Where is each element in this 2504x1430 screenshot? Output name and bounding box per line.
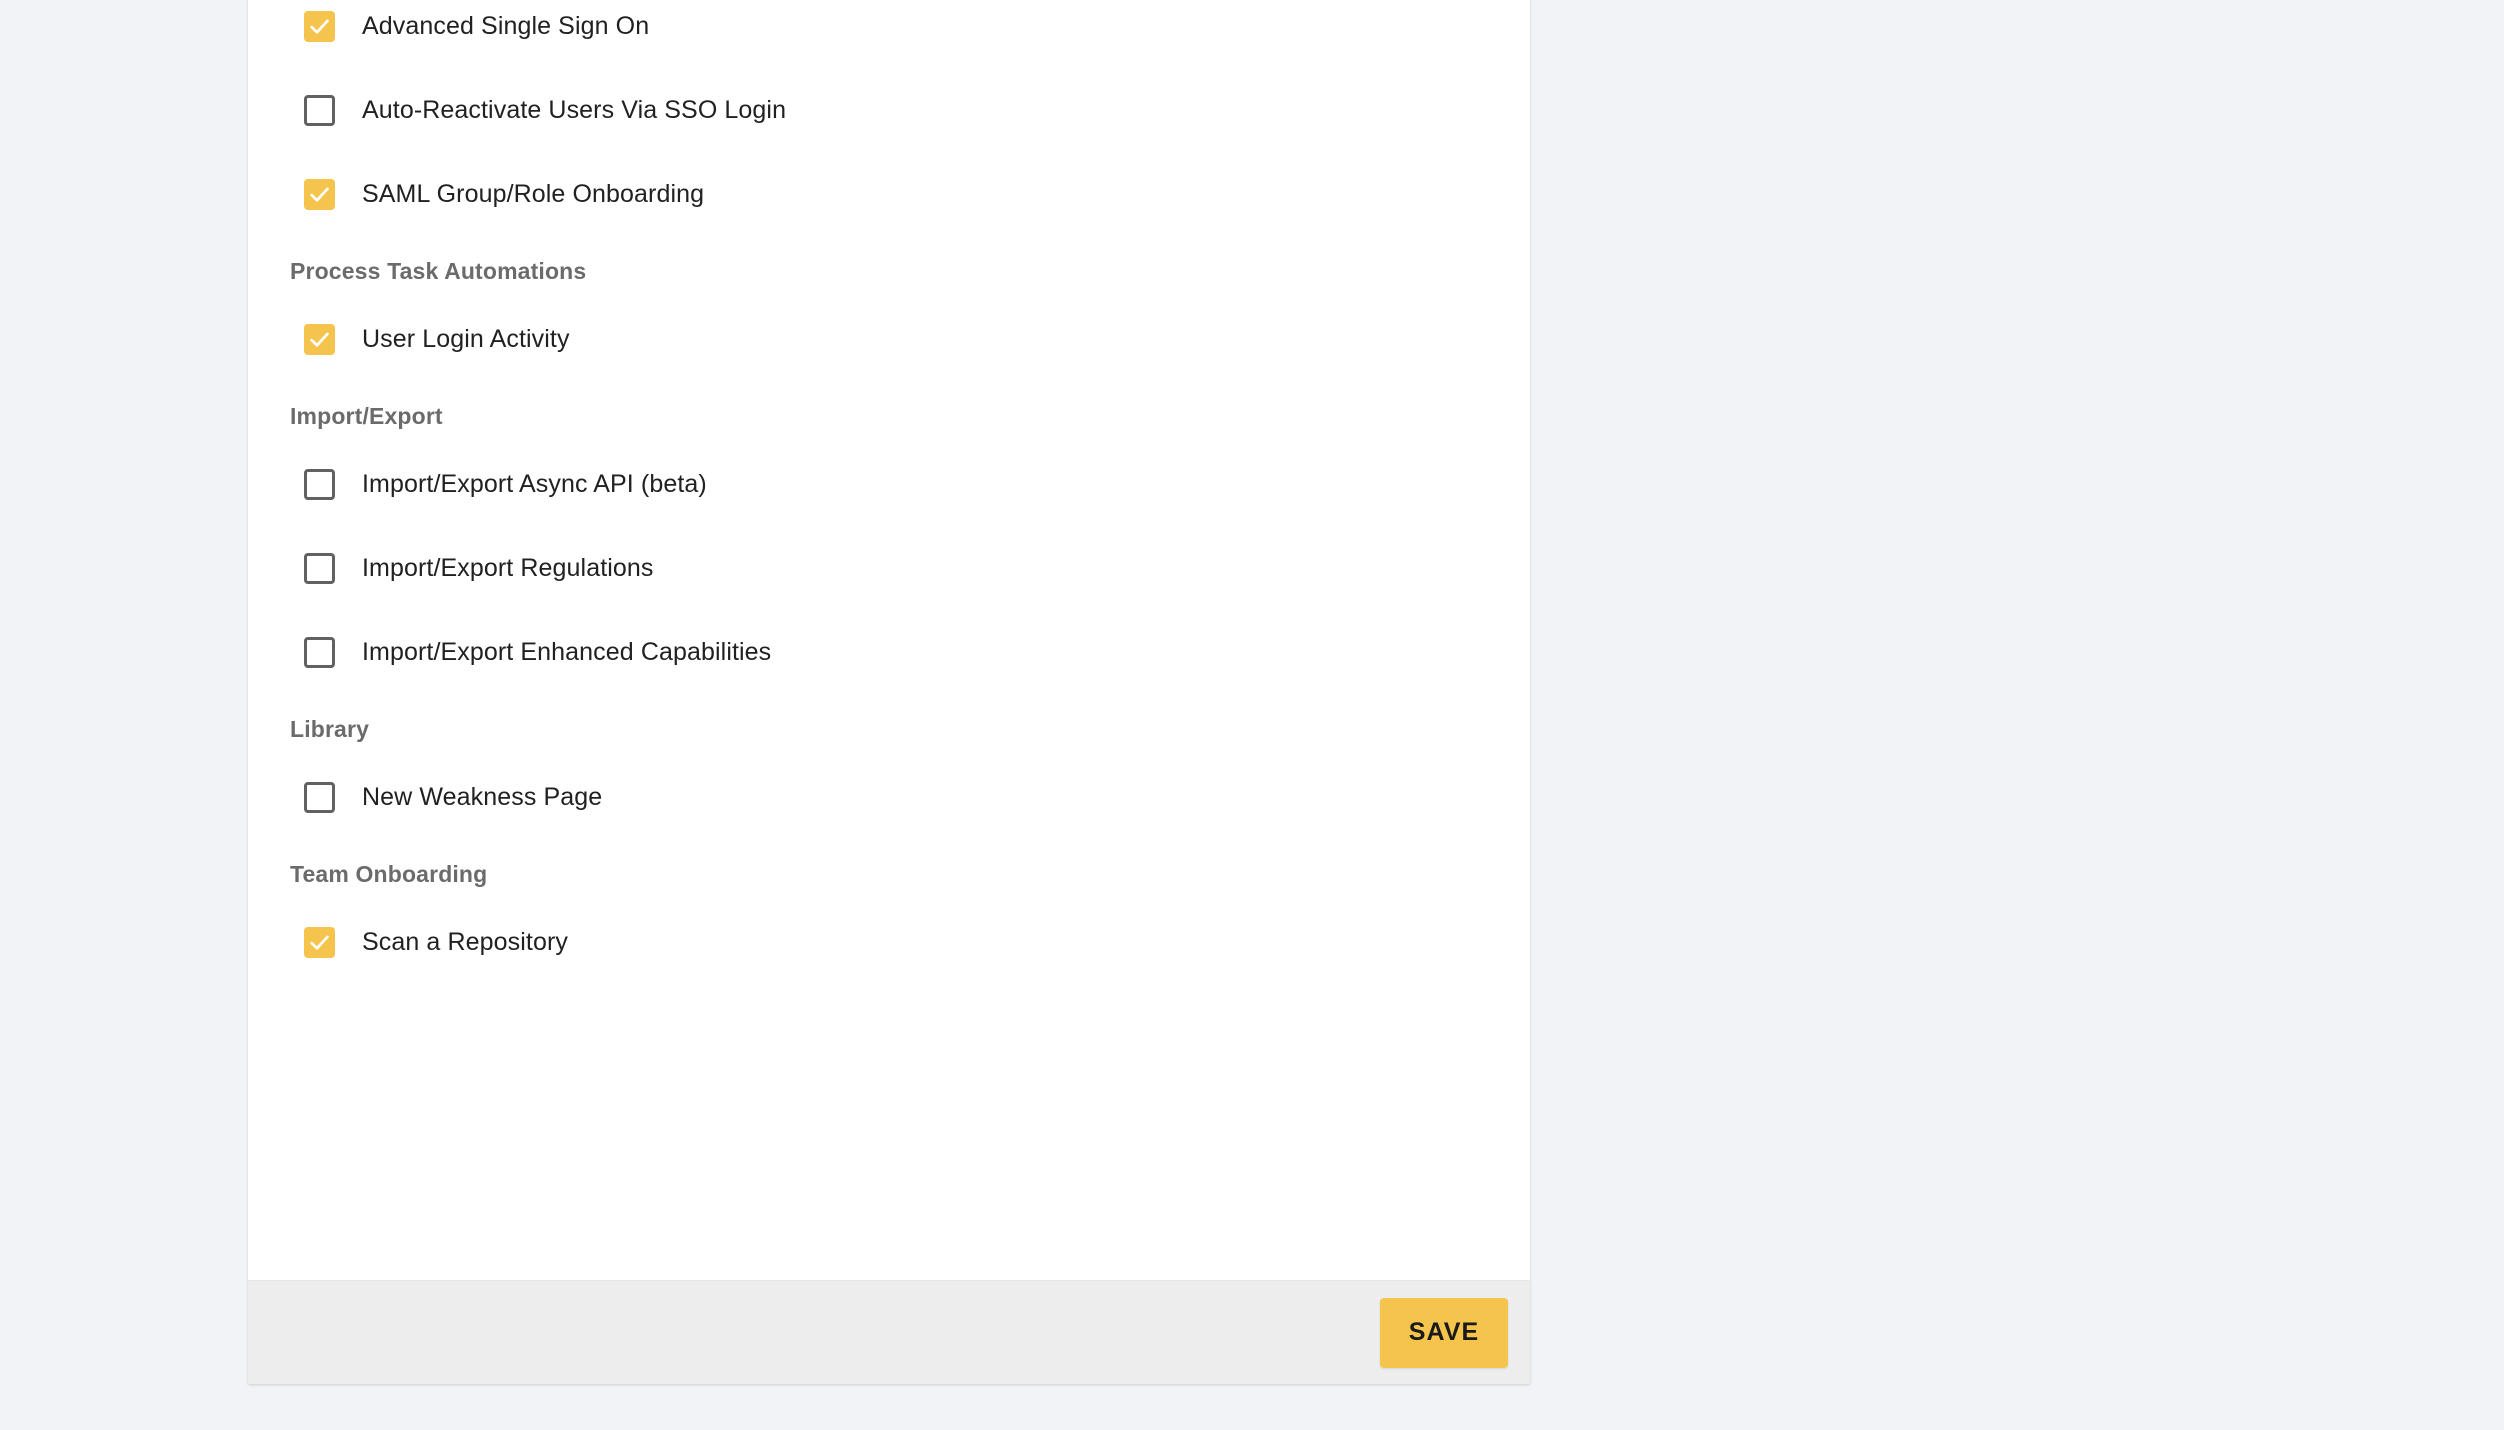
feature-flag-label: Import/Export Async API (beta) <box>362 469 707 500</box>
checkbox-unchecked-icon[interactable] <box>304 95 335 126</box>
checkbox-unchecked-icon[interactable] <box>304 469 335 500</box>
feature-flag-label: User Login Activity <box>362 324 570 355</box>
section-heading: Import/Export <box>290 403 1530 430</box>
checkbox-unchecked-icon[interactable] <box>304 782 335 813</box>
feature-flag-label: Advanced Single Sign On <box>362 11 649 42</box>
feature-flag-row[interactable]: Import/Export Regulations <box>304 542 1530 594</box>
checkbox-unchecked-icon[interactable] <box>304 637 335 668</box>
feature-flag-row[interactable]: Scan a Repository <box>304 916 1530 968</box>
feature-flag-row[interactable]: Import/Export Async API (beta) <box>304 458 1530 510</box>
feature-flags-card: Advanced Single Sign On Auto-Reactivate U… <box>248 0 1530 1384</box>
page-root: Advanced Single Sign On Auto-Reactivate U… <box>0 0 2504 1430</box>
feature-flag-list: Advanced Single Sign On Auto-Reactivate U… <box>248 0 1530 968</box>
checkbox-checked-icon[interactable] <box>304 11 335 42</box>
feature-flag-row[interactable]: Auto-Reactivate Users Via SSO Login <box>304 84 1530 136</box>
section-heading: Team Onboarding <box>290 861 1530 888</box>
section-heading: Library <box>290 716 1530 743</box>
feature-flag-row[interactable]: SAML Group/Role Onboarding <box>304 168 1530 220</box>
save-button[interactable]: SAVE <box>1380 1298 1508 1368</box>
feature-flag-label: New Weakness Page <box>362 782 602 813</box>
feature-flag-label: Import/Export Regulations <box>362 553 654 584</box>
checkbox-checked-icon[interactable] <box>304 927 335 958</box>
feature-flag-label: SAML Group/Role Onboarding <box>362 179 704 210</box>
checkbox-checked-icon[interactable] <box>304 179 335 210</box>
feature-flag-label: Import/Export Enhanced Capabilities <box>362 637 771 668</box>
checkbox-unchecked-icon[interactable] <box>304 553 335 584</box>
feature-flag-row[interactable]: New Weakness Page <box>304 771 1530 823</box>
card-footer: SAVE <box>248 1280 1530 1384</box>
section-heading: Process Task Automations <box>290 258 1530 285</box>
feature-flag-row[interactable]: User Login Activity <box>304 313 1530 365</box>
feature-flag-label: Scan a Repository <box>362 927 568 958</box>
feature-flag-row[interactable]: Import/Export Enhanced Capabilities <box>304 626 1530 678</box>
checkbox-checked-icon[interactable] <box>304 324 335 355</box>
feature-flag-row[interactable]: Advanced Single Sign On <box>304 0 1530 52</box>
feature-flag-label: Auto-Reactivate Users Via SSO Login <box>362 95 786 126</box>
feature-flags-body: Advanced Single Sign On Auto-Reactivate U… <box>248 0 1530 1280</box>
